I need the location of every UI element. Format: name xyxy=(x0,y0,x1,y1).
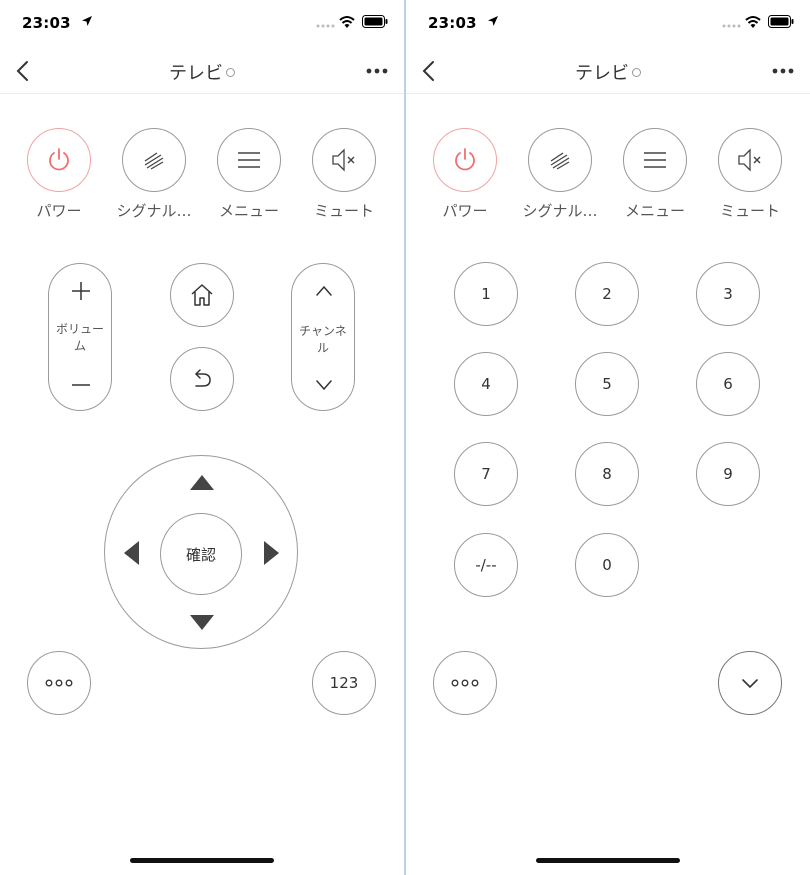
battery-icon xyxy=(768,15,794,28)
volume-down-icon[interactable] xyxy=(70,374,92,396)
page-title: テレビ xyxy=(406,59,810,85)
volume-control: ボリューム xyxy=(48,263,112,411)
menu-button[interactable] xyxy=(217,128,281,192)
more-options-icon[interactable] xyxy=(770,62,796,80)
remote-screen: 23:03 テレビ パワー シグナル… メニュー ミュート ボリューム チャンネ… xyxy=(0,0,404,875)
confirm-label: 確認 xyxy=(185,545,216,564)
status-bar: 23:03 xyxy=(0,0,404,46)
power-label: パワー xyxy=(36,202,82,220)
signal-source-button[interactable] xyxy=(528,128,592,192)
dpad-left-icon[interactable] xyxy=(124,541,139,565)
numpad-key-1[interactable]: 1 xyxy=(454,262,518,326)
nav-bar: テレビ xyxy=(406,50,810,94)
numpad-key-0[interactable]: 0 xyxy=(575,533,639,597)
numpad-key-label: 7 xyxy=(481,465,491,483)
page-title-text: テレビ xyxy=(169,63,223,84)
numpad-key-label: 5 xyxy=(602,375,612,393)
connection-status-dot xyxy=(632,68,641,77)
signal-label: シグナル… xyxy=(522,202,598,220)
volume-label: ボリューム xyxy=(55,322,104,353)
home-indicator xyxy=(536,858,680,863)
menu-label: メニュー xyxy=(624,202,685,220)
three-dots-icon xyxy=(451,679,479,687)
location-arrow-icon xyxy=(82,16,92,26)
numpad-key-7[interactable]: 7 xyxy=(454,442,518,506)
page-title-text: テレビ xyxy=(575,63,629,84)
numpad-key-label: 0 xyxy=(602,556,612,574)
numpad-key-6[interactable]: 6 xyxy=(696,352,760,416)
numpad-key-label: -/-- xyxy=(475,556,497,574)
battery-icon xyxy=(362,15,388,28)
location-arrow-icon xyxy=(488,16,498,26)
home-indicator xyxy=(130,858,274,863)
more-functions-button[interactable] xyxy=(433,651,497,715)
mute-button[interactable] xyxy=(312,128,376,192)
mute-icon xyxy=(332,148,355,172)
confirm-button[interactable]: 確認 xyxy=(160,513,242,595)
power-icon xyxy=(455,148,475,171)
more-functions-button[interactable] xyxy=(27,651,91,715)
home-icon xyxy=(191,284,213,306)
status-time: 23:03 xyxy=(22,14,71,32)
numpad-key-label: 9 xyxy=(723,465,733,483)
numpad-key-label: 2 xyxy=(602,285,612,303)
menu-label: メニュー xyxy=(218,202,279,220)
menu-icon xyxy=(238,152,260,168)
numpad-screen: 23:03 テレビ パワー シグナル… メニュー ミュート 1 2 3 4 5 … xyxy=(406,0,810,875)
signal-icon xyxy=(550,152,570,170)
nav-bar: テレビ xyxy=(0,50,404,94)
numpad-toggle-label: 123 xyxy=(329,674,359,692)
dpad-up-icon[interactable] xyxy=(190,475,214,490)
numpad-key-label: 8 xyxy=(602,465,612,483)
signal-source-button[interactable] xyxy=(122,128,186,192)
numpad-key-8[interactable]: 8 xyxy=(575,442,639,506)
page-title: テレビ xyxy=(0,59,404,85)
app-root: 23:03 テレビ パワー シグナル… メニュー ミュート ボリューム チャンネ… xyxy=(0,0,810,875)
numpad-key-label: 1 xyxy=(481,285,491,303)
cellular-signal-icon xyxy=(316,24,335,28)
numpad-key-digit-mode[interactable]: -/-- xyxy=(454,533,518,597)
power-icon xyxy=(49,148,69,171)
channel-up-icon[interactable] xyxy=(313,280,335,302)
volume-up-icon[interactable] xyxy=(70,280,92,302)
power-button[interactable] xyxy=(27,128,91,192)
mute-icon xyxy=(738,148,761,172)
numpad-toggle-button[interactable]: 123 xyxy=(312,651,376,715)
cellular-signal-icon xyxy=(722,24,741,28)
channel-label: チャンネル xyxy=(299,324,347,355)
dpad-down-icon[interactable] xyxy=(190,615,214,630)
power-button[interactable] xyxy=(433,128,497,192)
numpad-key-2[interactable]: 2 xyxy=(575,262,639,326)
dpad-right-icon[interactable] xyxy=(264,541,279,565)
numpad-key-5[interactable]: 5 xyxy=(575,352,639,416)
mute-label: ミュート xyxy=(313,202,374,220)
status-time: 23:03 xyxy=(428,14,477,32)
signal-label: シグナル… xyxy=(116,202,192,220)
numpad-key-4[interactable]: 4 xyxy=(454,352,518,416)
numpad-key-9[interactable]: 9 xyxy=(696,442,760,506)
channel-down-icon[interactable] xyxy=(313,374,335,396)
chevron-down-icon xyxy=(742,679,758,689)
wifi-icon xyxy=(339,16,355,28)
return-button[interactable] xyxy=(170,347,234,411)
channel-control: チャンネル xyxy=(291,263,355,411)
mute-label: ミュート xyxy=(719,202,780,220)
home-button[interactable] xyxy=(170,263,234,327)
menu-button[interactable] xyxy=(623,128,687,192)
signal-icon xyxy=(144,152,164,170)
status-bar: 23:03 xyxy=(406,0,810,46)
three-dots-icon xyxy=(45,679,73,687)
numpad-key-label: 3 xyxy=(723,285,733,303)
mute-button[interactable] xyxy=(718,128,782,192)
wifi-icon xyxy=(745,16,761,28)
connection-status-dot xyxy=(226,68,235,77)
collapse-numpad-button[interactable] xyxy=(718,651,782,715)
numpad-key-3[interactable]: 3 xyxy=(696,262,760,326)
numpad-key-label: 4 xyxy=(481,375,491,393)
return-icon xyxy=(194,369,211,387)
menu-icon xyxy=(644,152,666,168)
numpad-key-label: 6 xyxy=(723,375,733,393)
power-label: パワー xyxy=(442,202,488,220)
more-options-icon[interactable] xyxy=(364,62,390,80)
